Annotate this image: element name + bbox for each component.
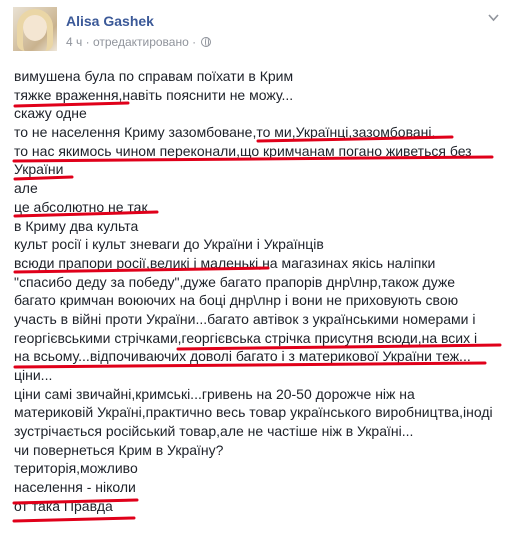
avatar[interactable] [13, 7, 57, 51]
post-line: от така Правда [14, 497, 113, 514]
post-line: тяжке враження,навіть пояснити не можу..… [14, 86, 294, 103]
post-line: але [14, 180, 38, 197]
post-header: Alisa Gashek 4 ч · отредактировано · [0, 0, 512, 62]
post-line: населення - ніколи [14, 479, 136, 496]
post-line: багато кримчан воюючих на боці днр\лнр і… [14, 292, 459, 309]
post-line: ціни... [14, 367, 53, 383]
post-line: чи повернеться Крим в Україну? [14, 441, 224, 458]
post-line: України [14, 161, 64, 178]
edited-label[interactable]: отредактировано [93, 35, 189, 49]
meta-separator: · [85, 35, 90, 49]
author-name[interactable]: Alisa Gashek [66, 13, 154, 29]
post-line: на всьому...відпочиваючих доволі багато … [14, 348, 471, 365]
chevron-down-icon[interactable] [488, 12, 499, 23]
post-line: "спасибо деду за победу",дуже багато пра… [14, 273, 456, 290]
post-line: всюди прапори росії,великі і маленькі,на… [14, 254, 436, 271]
post-line: зустрічається російський товар,але не ча… [14, 423, 414, 440]
post-time[interactable]: 4 ч [66, 35, 82, 49]
post-line: материковій Україні,практично весь товар… [14, 404, 493, 421]
post-line: територія,можливо [14, 460, 138, 477]
post-line: то не населення Криму зазомбоване,то ми,… [14, 124, 436, 141]
underline-stroke [12, 516, 136, 523]
post-line: культ росії і культ зневаги до України і… [14, 236, 324, 253]
post-line: вимушена була по справам поїхати в Крим [14, 68, 294, 84]
post-line: ціни самі звичайні,кримські...гривень на… [14, 385, 415, 402]
post-line: в Криму два культа [14, 217, 139, 234]
post-meta: 4 ч · отредактировано · [66, 35, 212, 49]
post-body: вимушена була по справам поїхати в Крим … [14, 67, 502, 516]
meta-separator-2: · [192, 35, 197, 49]
post-line: то нас якимось чином переконали,що кримч… [14, 142, 472, 159]
post-line: скажу одне [14, 105, 87, 122]
post-line: участь в війні проти України...багато ав… [14, 310, 476, 327]
post-line: георгієвськими стрічками,георгієвська ст… [14, 329, 478, 346]
post-line: це абсолютно не так [14, 198, 148, 215]
globe-icon[interactable] [201, 37, 212, 47]
